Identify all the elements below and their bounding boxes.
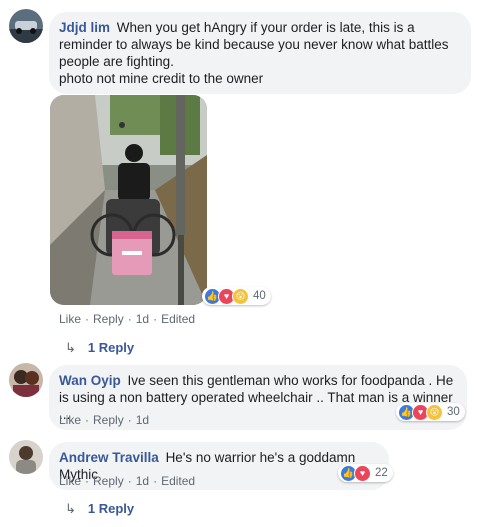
reaction-summary[interactable]: 👍 ♥ 😮 30 (396, 403, 465, 421)
comment-bubble: Jdjd lim When you get hAngry if your ord… (49, 12, 471, 94)
replies-label: 1 Reply (87, 340, 135, 355)
love-icon: ♥ (354, 464, 371, 482)
reaction-count: 22 (375, 467, 388, 479)
timestamp[interactable]: 1d (136, 474, 149, 488)
avatar[interactable] (9, 363, 43, 397)
comment-text: When you get hAngry if your order is lat… (59, 20, 449, 69)
view-replies-link[interactable]: ↳ 1 Reply (65, 501, 134, 517)
reaction-summary[interactable]: 👍 ♥ 22 (338, 464, 393, 482)
edited-label[interactable]: Edited (161, 312, 195, 326)
comment-author[interactable]: Jdjd lim (59, 20, 110, 35)
replies-label: 1 Reply (87, 501, 135, 516)
like-link[interactable]: Like (59, 474, 81, 488)
reaction-summary[interactable]: 👍 ♥ 😮 40 (202, 287, 271, 305)
timestamp[interactable]: 1d (136, 312, 149, 326)
comment-credit: photo not mine credit to the owner (59, 71, 264, 86)
comment-author[interactable]: Wan Oyip (59, 373, 121, 388)
timestamp[interactable]: 1d (136, 413, 149, 427)
like-link[interactable]: Like (59, 413, 81, 427)
reply-arrow-icon: ↳ (65, 501, 76, 516)
comment-actions: Like · Reply · 1d (59, 413, 150, 427)
reply-link[interactable]: Reply (93, 413, 124, 427)
avatar[interactable] (9, 9, 43, 43)
like-link[interactable]: Like (59, 312, 81, 326)
avatar[interactable] (9, 440, 43, 474)
comment-author[interactable]: Andrew Travilla (59, 450, 159, 465)
wow-icon: 😮 (426, 403, 443, 421)
comment-actions: Like · Reply · 1d · Edited (59, 312, 196, 326)
reply-link[interactable]: Reply (93, 312, 124, 326)
reaction-count: 40 (253, 290, 266, 302)
reply-link[interactable]: Reply (93, 474, 124, 488)
edited-label[interactable]: Edited (161, 474, 195, 488)
wow-icon: 😮 (232, 287, 249, 305)
reply-arrow-icon: ↳ (65, 340, 76, 355)
comment-actions: Like · Reply · 1d · Edited (59, 474, 196, 488)
view-replies-link[interactable]: ↳ 1 Reply (65, 340, 134, 356)
reaction-count: 30 (447, 406, 460, 418)
attached-photo[interactable] (50, 95, 207, 305)
